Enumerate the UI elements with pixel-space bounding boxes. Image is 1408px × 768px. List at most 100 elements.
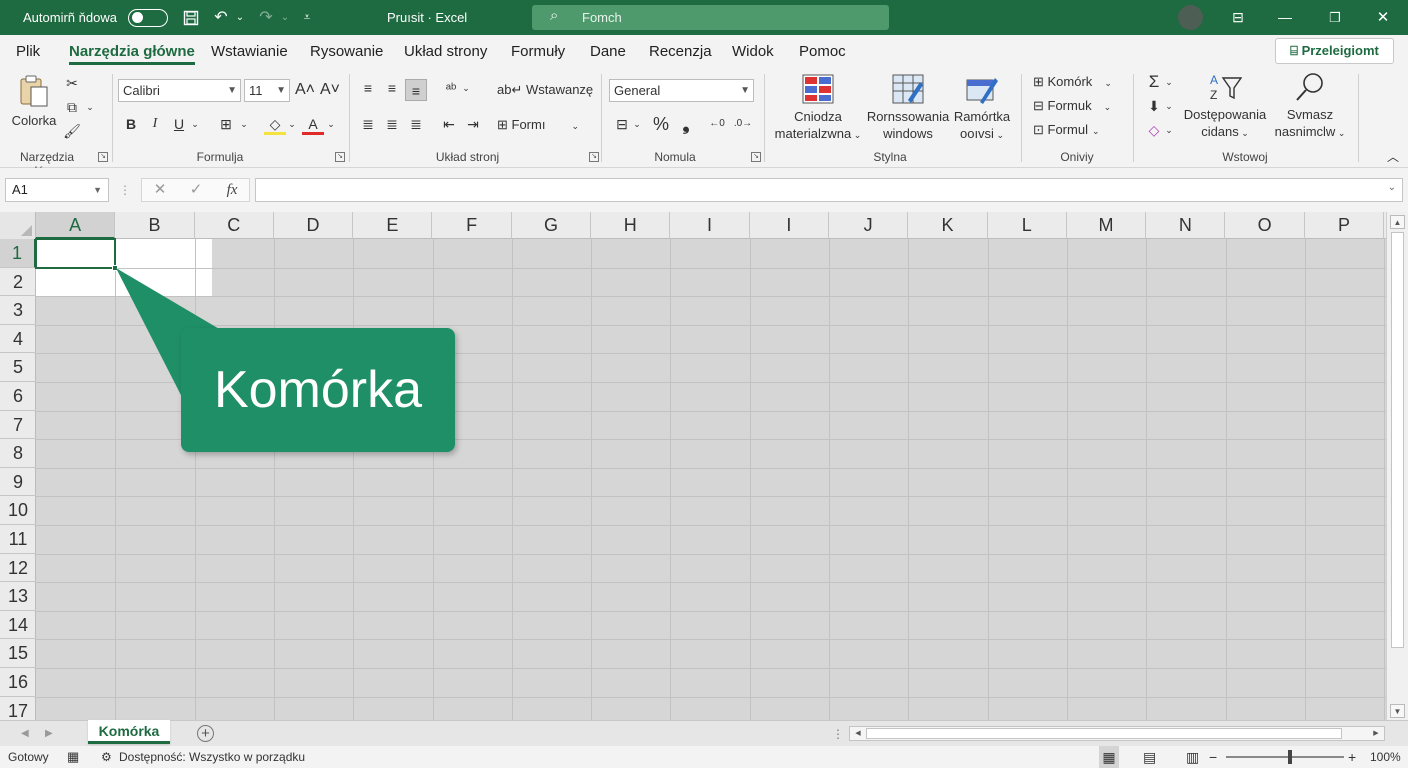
scroll-thumb[interactable] xyxy=(866,728,1342,739)
insert-cells-button[interactable]: ⊞ Komórk ⌄ xyxy=(1033,74,1112,90)
add-sheet-button[interactable]: + xyxy=(197,725,214,742)
insert-cells-icon: ⊞ xyxy=(1033,74,1048,89)
macro-icon[interactable]: ▦ xyxy=(67,746,79,768)
conditional-formatting-button[interactable]: Cniodza materialzwna ⌄ xyxy=(770,74,866,144)
merge-button[interactable]: ⊞ Formı ⌄ xyxy=(497,117,579,133)
prev-sheet-icon[interactable]: ◀ xyxy=(21,721,29,747)
column-header-l[interactable]: L xyxy=(988,212,1067,239)
sheet-tab-active[interactable]: Komórka xyxy=(88,720,170,744)
tab-data[interactable]: Dane xyxy=(590,35,626,68)
column-header-p[interactable]: P xyxy=(1305,212,1385,239)
zoom-slider[interactable] xyxy=(1226,756,1344,758)
row-header-9[interactable]: 9 xyxy=(0,468,36,497)
zoom-out-button[interactable]: − xyxy=(1209,746,1217,768)
accessibility-status[interactable]: Dostępność: Wszystko w porządku xyxy=(119,746,305,768)
format-cells-button[interactable]: ⊡ Formul ⌄ xyxy=(1033,122,1100,138)
format-as-table-button[interactable]: Rornssowania windows xyxy=(866,74,950,142)
close-button[interactable]: ✕ xyxy=(1373,0,1393,35)
row-header-10[interactable]: 10 xyxy=(0,496,36,525)
autosum-dropdown-icon[interactable]: ⌄ xyxy=(1163,71,1175,93)
column-header-n[interactable]: N xyxy=(1146,212,1226,239)
increase-indent-icon[interactable]: ⇥ xyxy=(462,113,484,135)
zoom-slider-thumb[interactable] xyxy=(1288,750,1292,764)
number-format-combo[interactable]: General ▼ xyxy=(609,79,754,102)
svg-text:A: A xyxy=(1210,73,1218,87)
chevron-down-icon: ⌄ xyxy=(1091,126,1100,136)
sort-filter-label: Dostępowania xyxy=(1183,107,1267,122)
zoom-in-button[interactable]: + xyxy=(1348,746,1356,768)
scroll-right-icon[interactable]: ▶ xyxy=(1369,727,1383,740)
row-header-13[interactable]: 13 xyxy=(0,582,36,611)
number-launcher-icon[interactable]: ↘ xyxy=(751,152,761,162)
column-header-i[interactable]: I xyxy=(750,212,829,239)
gridline xyxy=(36,525,1386,526)
cell-styles-button[interactable]: Ramórtka ooıvsi ⌄ xyxy=(950,74,1014,144)
wrap-text-button[interactable]: ab↵ Wstawanzę xyxy=(497,82,593,98)
column-header-m[interactable]: M xyxy=(1067,212,1147,239)
gridline xyxy=(36,668,1386,669)
accounting-icon[interactable]: ⊟ xyxy=(611,113,633,135)
chevron-down-icon: ⌄ xyxy=(1387,182,1396,193)
format-as-table-label-2: windows xyxy=(883,126,933,141)
tab-view[interactable]: Widok xyxy=(732,35,774,68)
fill-dropdown-icon[interactable]: ⌄ xyxy=(1163,95,1175,117)
row-header-14[interactable]: 14 xyxy=(0,611,36,640)
sort-filter-button[interactable]: AZ Dostępowania cidans ⌄ xyxy=(1180,72,1270,142)
restore-button[interactable]: ❐ xyxy=(1325,0,1345,35)
horizontal-scrollbar[interactable]: ◀ ▶ xyxy=(849,726,1385,741)
row-header-12[interactable]: 12 xyxy=(0,554,36,583)
sort-filter-icon: AZ xyxy=(1210,73,1242,102)
callout-text: Komórka xyxy=(213,361,423,419)
accessibility-icon[interactable]: ⚙ xyxy=(101,746,112,768)
clear-dropdown-icon[interactable]: ⌄ xyxy=(1163,119,1175,141)
insert-cells-label: Komórk xyxy=(1047,74,1093,89)
styles-group-label: Stylna xyxy=(873,150,907,164)
delete-cells-button[interactable]: ⊟ Formuk ⌄ xyxy=(1033,98,1111,114)
scroll-down-icon[interactable]: ▼ xyxy=(1390,704,1405,718)
column-header-g[interactable]: G xyxy=(512,212,592,239)
column-header-k[interactable]: K xyxy=(908,212,988,239)
ribbon-display-icon[interactable]: ⊟ xyxy=(1228,0,1248,35)
accounting-dropdown-icon[interactable]: ⌄ xyxy=(631,113,643,135)
scroll-thumb[interactable] xyxy=(1391,232,1404,648)
next-sheet-icon[interactable]: ▶ xyxy=(45,721,53,747)
column-header-o[interactable]: O xyxy=(1226,212,1305,239)
page-layout-view-icon[interactable]: ▤ xyxy=(1143,746,1156,768)
row-header-11[interactable]: 11 xyxy=(0,525,36,554)
separator xyxy=(764,74,765,162)
column-header-j[interactable]: J xyxy=(829,212,909,239)
autosum-icon[interactable]: Σ xyxy=(1143,71,1165,93)
comma-button[interactable]: ❟ xyxy=(675,113,697,135)
share-button[interactable]: ⌸ Przeleigiomt xyxy=(1275,38,1394,64)
minimize-button[interactable]: — xyxy=(1275,0,1295,35)
column-header-i[interactable]: I xyxy=(670,212,750,239)
orientation-dropdown-icon[interactable]: ⌄ xyxy=(460,77,472,99)
decrease-decimal-icon[interactable]: .0→ xyxy=(732,113,754,135)
find-select-button[interactable]: Svmasz nasnimclw ⌄ xyxy=(1270,72,1350,142)
avatar[interactable] xyxy=(1178,5,1203,30)
fill-icon[interactable]: ⬇ xyxy=(1143,95,1165,117)
tab-review[interactable]: Recenzja xyxy=(649,35,712,68)
gridline xyxy=(1146,239,1148,720)
row-header-17[interactable]: 17 xyxy=(0,697,36,720)
page-break-view-icon[interactable]: ▥ xyxy=(1186,746,1199,768)
clear-icon[interactable]: ◇ xyxy=(1143,119,1165,141)
tab-formulas[interactable]: Formuły xyxy=(511,35,565,68)
normal-view-icon[interactable]: ▦ xyxy=(1099,746,1119,768)
scroll-up-icon[interactable]: ▲ xyxy=(1390,215,1405,229)
column-header-h[interactable]: H xyxy=(591,212,671,239)
tab-help[interactable]: Pomoc xyxy=(799,35,846,68)
search-box[interactable]: ⌕ Fomch xyxy=(532,5,889,30)
alignment-launcher-icon[interactable]: ↘ xyxy=(589,152,599,162)
zoom-level[interactable]: 100% xyxy=(1370,746,1401,768)
row-header-15[interactable]: 15 xyxy=(0,639,36,668)
increase-decimal-icon[interactable]: ←0 xyxy=(706,113,728,135)
scroll-left-icon[interactable]: ◀ xyxy=(851,727,865,740)
splitter-icon[interactable]: ⋮ xyxy=(832,721,844,747)
chevron-down-icon: ▼ xyxy=(740,85,750,96)
row-header-16[interactable]: 16 xyxy=(0,668,36,697)
delete-cells-icon: ⊟ xyxy=(1033,98,1048,113)
percent-button[interactable]: % xyxy=(650,113,672,135)
vertical-scrollbar[interactable]: ▲ ▼ xyxy=(1386,212,1408,720)
collapse-ribbon-icon[interactable]: ︿ xyxy=(1382,146,1404,168)
